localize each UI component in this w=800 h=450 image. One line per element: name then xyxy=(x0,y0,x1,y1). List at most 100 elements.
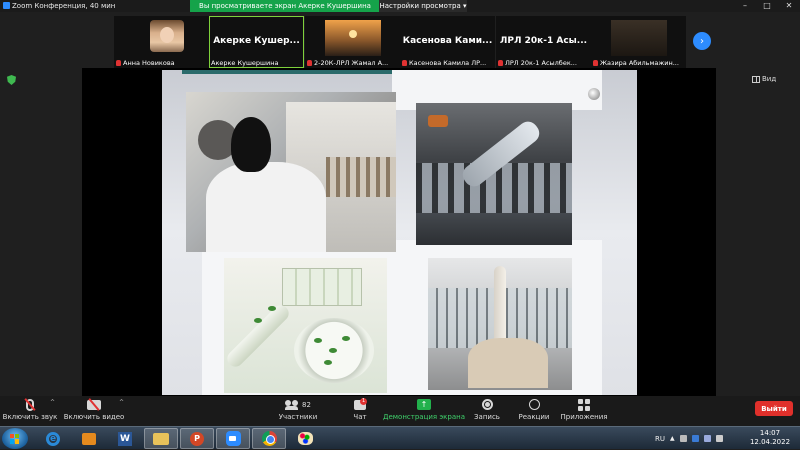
participant-tile[interactable]: ЛРЛ 20к-1 Асы... ЛРЛ 20к-1 Асылбек... xyxy=(496,16,591,68)
caret-up-icon[interactable]: ^ xyxy=(119,399,124,406)
participant-label: Акерке Кушершина xyxy=(211,59,278,67)
taskbar-clock[interactable]: 14:07 12.04.2022 xyxy=(748,429,792,447)
lab-photo-tube xyxy=(416,103,572,245)
start-video-label: Включить видео xyxy=(63,413,125,421)
mic-off-icon xyxy=(307,60,312,66)
record-button[interactable]: Запись xyxy=(472,396,502,426)
participant-tile[interactable]: Касенова Ками... Касенова Камила ЛР... xyxy=(400,16,495,68)
mic-off-icon xyxy=(116,60,121,66)
record-label: Запись xyxy=(474,413,500,421)
mic-off-icon xyxy=(498,60,503,66)
chat-button[interactable]: 1 Чат xyxy=(345,396,375,426)
zoom-icon xyxy=(225,431,241,446)
mic-off-icon xyxy=(593,60,598,66)
chat-badge: 1 xyxy=(360,397,368,405)
minimize-icon[interactable]: – xyxy=(734,0,756,12)
apps-icon xyxy=(578,398,590,411)
grid-view-icon xyxy=(752,75,760,83)
participant-big-name: Касенова Ками... xyxy=(402,36,493,46)
participant-label: ЛРЛ 20к-1 Асылбек... xyxy=(498,59,577,67)
participant-big-name: ЛРЛ 20к-1 Асы... xyxy=(499,36,588,46)
window-title-wrap: Zoom Конференция, 40 мин xyxy=(3,0,115,12)
leave-button[interactable]: Выйти xyxy=(755,401,793,416)
pin-icon xyxy=(588,88,600,100)
taskbar-explorer[interactable] xyxy=(144,428,178,449)
chrome-icon xyxy=(261,431,277,446)
clock-time: 14:07 xyxy=(759,429,781,437)
view-options-button[interactable]: Настройки просмотра ▾ xyxy=(379,0,467,12)
start-video-button[interactable]: Включить видео xyxy=(63,396,125,426)
share-screen-icon: ↑ xyxy=(417,399,431,410)
tray-app-icon[interactable] xyxy=(691,435,699,442)
powerpoint-icon: P xyxy=(190,431,204,446)
share-screen-button[interactable]: ↑ Демонстрация экрана xyxy=(383,396,465,426)
participants-button[interactable]: 82 Участники xyxy=(276,396,320,426)
view-options-label: Настройки просмотра xyxy=(379,2,461,10)
participant-label: Жазира Абильмажин... xyxy=(593,59,679,67)
participant-video xyxy=(150,20,184,52)
folder-icon xyxy=(153,432,169,445)
language-indicator[interactable]: RU xyxy=(655,435,665,443)
windows-logo-icon xyxy=(10,433,20,444)
taskbar-ie[interactable]: e xyxy=(36,428,70,449)
participants-icon xyxy=(285,399,299,410)
title-bar: Zoom Конференция, 40 мин Вы просматривае… xyxy=(0,0,800,12)
window-title: Zoom Конференция, 40 мин xyxy=(12,2,116,10)
taskbar-powerpoint[interactable]: P xyxy=(180,428,214,449)
participant-label: Анна Новикова xyxy=(116,59,175,67)
tray-app-icon[interactable] xyxy=(679,435,687,442)
taskbar-word[interactable]: W xyxy=(108,428,142,449)
taskbar-zoom[interactable] xyxy=(216,428,250,449)
participant-tile[interactable]: 2-20К-ЛРЛ Жамал А... xyxy=(305,16,400,68)
unmute-button[interactable]: Включить звук xyxy=(2,396,58,426)
apps-button[interactable]: Приложения xyxy=(561,396,607,426)
next-participants-button[interactable]: › xyxy=(693,32,711,50)
unmute-label: Включить звук xyxy=(2,413,58,421)
apps-label: Приложения xyxy=(560,413,608,421)
view-button-label: Вид xyxy=(762,75,777,83)
participant-name: Акерке Кушершина xyxy=(211,59,279,67)
participant-name: Жазира Абильмажин... xyxy=(600,59,679,67)
participant-label: 2-20К-ЛРЛ Жамал А... xyxy=(307,59,388,67)
taskbar-media-player[interactable] xyxy=(72,428,106,449)
participant-tile[interactable]: Анна Новикова xyxy=(114,16,209,68)
start-button[interactable] xyxy=(2,428,28,449)
security-shield-icon[interactable] xyxy=(7,75,16,85)
reactions-button[interactable]: Реакции xyxy=(518,396,550,426)
lab-photo-hood xyxy=(186,92,396,252)
meeting-controls: Включить звук ^ Включить видео ^ 82 Учас… xyxy=(0,396,800,426)
clock-date: 12.04.2022 xyxy=(749,438,791,446)
participant-label: Касенова Камила ЛР... xyxy=(402,59,486,67)
share-screen-label: Демонстрация экрана xyxy=(383,413,465,421)
participant-tile-active[interactable]: Акерке Кушер... Акерке Кушершина xyxy=(209,16,304,68)
system-tray: RU ▲ xyxy=(655,427,723,450)
network-icon[interactable] xyxy=(703,435,711,442)
taskbar-chrome[interactable] xyxy=(252,428,286,449)
paint-icon xyxy=(297,432,313,445)
participant-big-name: Акерке Кушер... xyxy=(213,36,300,46)
reactions-icon xyxy=(528,399,540,410)
view-button[interactable]: Вид xyxy=(752,75,776,83)
participant-name: Касенова Камила ЛР... xyxy=(409,59,487,67)
participant-video xyxy=(611,20,667,56)
participant-name: 2-20К-ЛРЛ Жамал А... xyxy=(314,59,389,67)
close-icon[interactable]: ✕ xyxy=(778,0,800,12)
participant-video xyxy=(325,20,381,56)
participant-tile[interactable]: Жазира Абильмажин... xyxy=(591,16,686,68)
mic-off-icon xyxy=(402,60,407,66)
windows-taskbar: e W P RU ▲ 14:07 12.04.2022 xyxy=(0,426,800,449)
taskbar-paint[interactable] xyxy=(288,428,322,449)
participant-strip: Анна Новикова Акерке Кушер... Акерке Куш… xyxy=(0,12,800,68)
tray-expand-icon[interactable]: ▲ xyxy=(670,435,675,442)
participant-name: Анна Новикова xyxy=(123,59,175,67)
share-banner: Вы просматриваете экран Акерке Кушершина xyxy=(190,0,380,12)
reactions-label: Реакции xyxy=(518,413,550,421)
participants-count: 82 xyxy=(302,400,311,409)
volume-icon[interactable] xyxy=(715,435,723,442)
caret-up-icon[interactable]: ^ xyxy=(50,399,55,406)
zoom-app-icon xyxy=(3,2,10,9)
record-icon xyxy=(481,399,493,410)
participants-label: Участники xyxy=(278,413,318,421)
media-player-icon xyxy=(82,432,96,445)
maximize-icon[interactable]: □ xyxy=(756,0,778,12)
